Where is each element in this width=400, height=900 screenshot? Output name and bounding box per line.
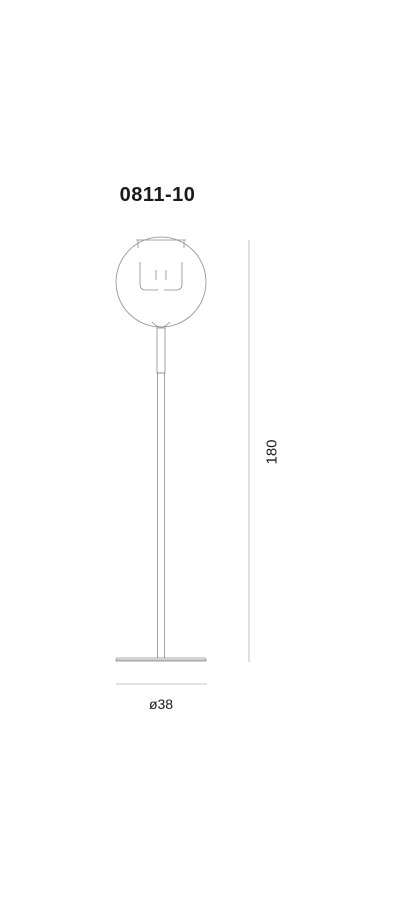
diameter-dimension-label: ø38 — [148, 696, 174, 712]
lamp-globe-shade — [115, 236, 207, 328]
lamp-stem-upper — [156, 327, 166, 374]
lamp-bulb-holder-left — [139, 262, 158, 291]
floor-lamp-drawing — [115, 236, 250, 685]
height-dimension-label: 180 — [263, 439, 281, 465]
lamp-bulb-holder-right — [164, 262, 183, 291]
lamp-bulb-holder-center — [155, 270, 167, 280]
lamp-stem-lower — [157, 372, 165, 659]
